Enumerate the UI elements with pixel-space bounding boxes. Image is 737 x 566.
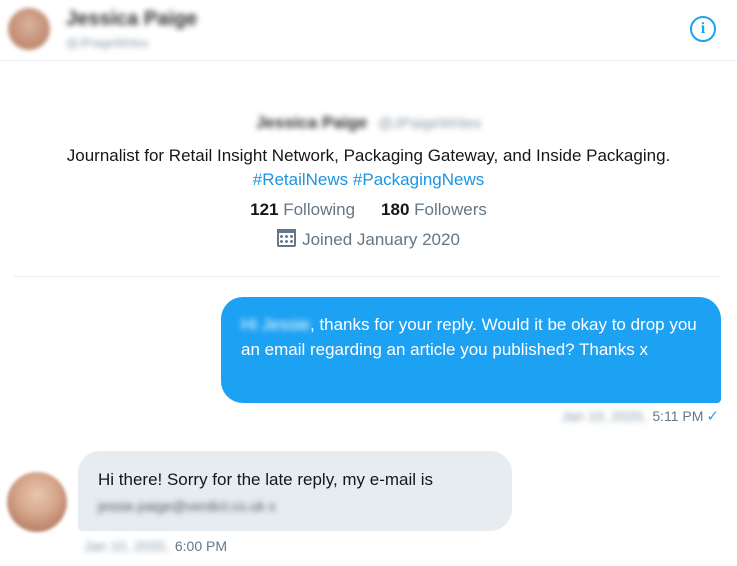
profile-name-row: Jessica Paige @JPaigeWrites <box>0 110 737 136</box>
followers-link[interactable]: 180 Followers <box>381 198 487 222</box>
sent-message-greeting: Hi Jessie <box>241 315 310 334</box>
profile-handle: @JPaigeWrites <box>377 115 482 132</box>
sent-message-bubble[interactable]: Hi Jessie, thanks for your reply. Would … <box>221 297 721 403</box>
received-message-bubble[interactable]: Hi there! Sorry for the late reply, my e… <box>78 451 512 531</box>
following-link[interactable]: 121 Following <box>250 198 355 222</box>
sent-message-time: 5:11 PM <box>652 408 704 424</box>
conversation-header: Jessica Paige @JPaigeWrites i <box>0 0 737 61</box>
avatar[interactable] <box>8 8 50 50</box>
checkmark-icon: ✓ <box>706 408 719 425</box>
hashtag-link[interactable]: #RetailNews <box>253 170 348 189</box>
followers-count: 180 <box>381 200 410 219</box>
hashtag-link[interactable]: #PackagingNews <box>353 170 484 189</box>
received-message-text: Hi there! Sorry for the late reply, my e… <box>98 470 434 489</box>
received-message-time: 6:00 PM <box>174 538 227 554</box>
following-count: 121 <box>250 200 279 219</box>
following-label: Following <box>283 200 356 219</box>
received-message-date: Jan 10, 2020, <box>84 538 169 554</box>
info-icon[interactable]: i <box>690 16 716 42</box>
profile-name[interactable]: Jessica Paige <box>256 110 368 136</box>
calendar-icon <box>277 229 297 247</box>
sent-message-timestamp: Jan 10, 2020, 5:11 PM ✓ <box>561 406 719 427</box>
sent-message-date: Jan 10, 2020, <box>561 408 647 424</box>
header-contact-handle: @JPaigeWrites <box>66 36 149 50</box>
sender-avatar[interactable] <box>7 472 67 532</box>
received-message-email: jessie.paige@verdict.co.uk x <box>98 498 276 514</box>
divider <box>14 276 721 277</box>
profile-card: Jessica Paige @JPaigeWrites Journalist f… <box>0 110 737 252</box>
joined-date-row: Joined January 2020 <box>0 228 737 252</box>
profile-counts: 121 Following 180 Followers <box>0 198 737 222</box>
profile-bio: Journalist for Retail Insight Network, P… <box>66 146 671 165</box>
followers-label: Followers <box>414 200 487 219</box>
joined-date: Joined January 2020 <box>302 230 460 249</box>
profile-hashtags: #RetailNews #PackagingNews <box>0 168 737 192</box>
received-message-timestamp: Jan 10, 2020, 6:00 PM <box>84 536 227 556</box>
header-contact-name[interactable]: Jessica Paige <box>66 8 197 31</box>
